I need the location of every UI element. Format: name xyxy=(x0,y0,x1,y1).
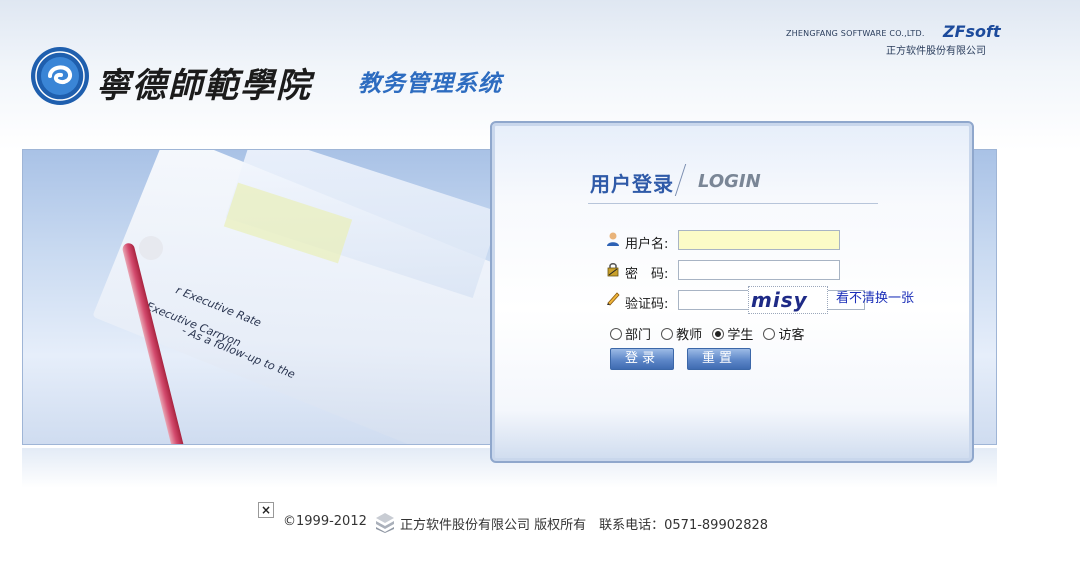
username-label: 用户名: xyxy=(625,237,669,252)
system-name: 教务管理系统 xyxy=(358,71,502,97)
password-label: 密 码: xyxy=(625,267,669,282)
vendor-english-name: ZHENGFANG SOFTWARE CO.,LTD. xyxy=(786,29,925,38)
role-radio-teacher[interactable]: 教师 xyxy=(661,324,702,343)
captcha-image[interactable]: misy xyxy=(748,286,828,314)
radio-button[interactable] xyxy=(661,327,674,340)
role-radio-department[interactable]: 部门 xyxy=(610,324,651,343)
role-radio-student[interactable]: 学生 xyxy=(712,324,753,343)
school-logo-icon xyxy=(31,47,89,105)
vendor-brand-logo: ZFsoft xyxy=(943,22,1001,41)
vendor-chinese-name: 正方软件股份有限公司 xyxy=(886,46,986,57)
company-logo-icon xyxy=(376,513,394,533)
login-button[interactable]: 登录 xyxy=(610,348,674,370)
role-label: 访客 xyxy=(778,328,805,343)
role-label: 学生 xyxy=(727,328,754,343)
footer-company-info: 正方软件股份有限公司 版权所有 联系电话：0571-89902828 xyxy=(400,518,769,533)
login-title: 用户登录 xyxy=(590,172,674,196)
captcha-label: 验证码: xyxy=(625,297,669,312)
lock-icon xyxy=(607,263,619,277)
reset-button[interactable]: 重置 xyxy=(687,348,751,370)
login-title-english: LOGIN xyxy=(698,171,761,192)
user-icon xyxy=(607,232,619,246)
broken-image-icon: × xyxy=(258,502,274,518)
role-label: 部门 xyxy=(625,328,652,343)
role-label: 教师 xyxy=(676,328,703,343)
role-selector: 部门 教师 学生 访客 xyxy=(610,324,810,344)
refresh-captcha-link[interactable]: 看不清换一张 xyxy=(836,287,914,306)
school-name: 寧德師範學院 xyxy=(96,66,312,106)
password-input[interactable] xyxy=(678,260,840,280)
role-radio-visitor[interactable]: 访客 xyxy=(763,324,804,343)
captcha-image-text: misy xyxy=(751,288,808,312)
radio-button[interactable] xyxy=(763,327,776,340)
pencil-icon xyxy=(607,292,620,306)
radio-button[interactable] xyxy=(610,327,622,340)
title-underline xyxy=(588,203,878,204)
footer-copyright: ©1999-2012 xyxy=(283,514,367,529)
radio-button-selected[interactable] xyxy=(712,327,725,340)
username-input[interactable] xyxy=(678,230,840,250)
